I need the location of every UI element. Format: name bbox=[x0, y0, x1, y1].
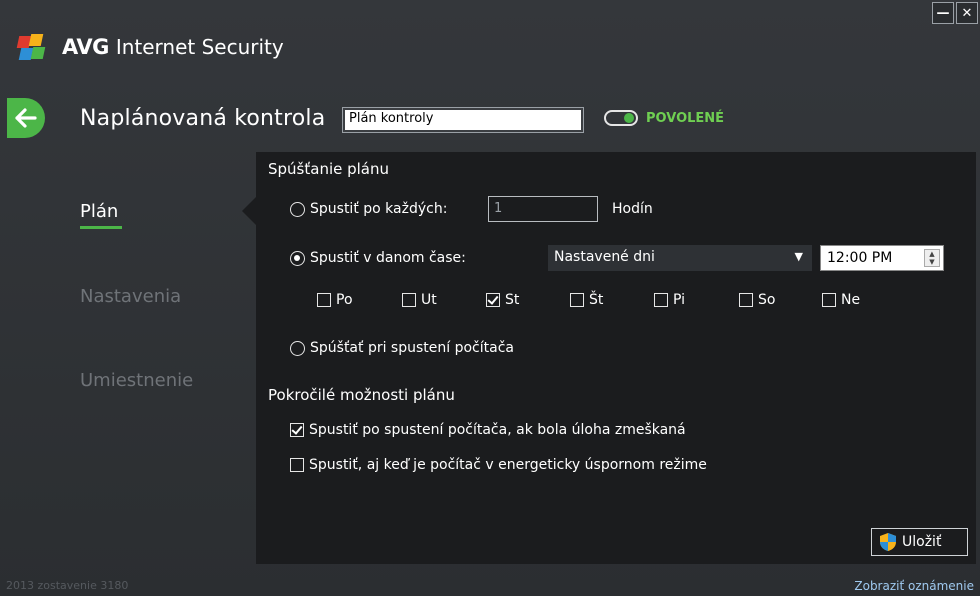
time-spinner-icon[interactable]: ▲ ▼ bbox=[924, 249, 940, 267]
power-save-option[interactable]: Spustiť, aj keď je počítač v energeticky… bbox=[290, 457, 707, 473]
time-input[interactable]: 12:00 PM ▲ ▼ bbox=[820, 245, 944, 271]
nav-item-location[interactable]: Umiestnenie bbox=[80, 370, 193, 391]
minimize-button[interactable]: — bbox=[932, 2, 954, 24]
schedule-name-input[interactable]: Plán kontroly bbox=[342, 107, 584, 133]
enabled-toggle[interactable]: POVOLENÉ bbox=[604, 110, 724, 126]
nav-item-plan[interactable]: Plán bbox=[80, 201, 118, 222]
hours-label: Hodín bbox=[612, 201, 653, 217]
checkbox[interactable] bbox=[486, 293, 500, 307]
product-name: Internet Security bbox=[115, 35, 284, 59]
day-checkbox-pi[interactable]: Pi bbox=[654, 292, 685, 308]
brand-name: AVG bbox=[62, 35, 109, 59]
checkbox[interactable] bbox=[570, 293, 584, 307]
day-label: Po bbox=[336, 292, 353, 308]
day-checkbox-ut[interactable]: Ut bbox=[402, 292, 437, 308]
day-checkbox-so[interactable]: So bbox=[739, 292, 775, 308]
checkbox[interactable] bbox=[654, 293, 668, 307]
time-value: 12:00 PM bbox=[827, 250, 893, 266]
toggle-label: POVOLENÉ bbox=[646, 110, 725, 126]
missed-task-label: Spustiť po spustení počítača, ak bola úl… bbox=[309, 422, 686, 438]
day-label: Št bbox=[589, 292, 604, 308]
window-controls: — ✕ bbox=[932, 2, 978, 24]
brand: AVG Internet Security bbox=[16, 32, 284, 62]
arrow-left-icon bbox=[15, 108, 37, 128]
checkbox[interactable] bbox=[822, 293, 836, 307]
schedule-section-title: Spúšťanie plánu bbox=[268, 160, 390, 178]
save-button[interactable]: Uložiť bbox=[871, 528, 968, 556]
day-checkbox-st2[interactable]: Št bbox=[570, 292, 603, 308]
power-save-label: Spustiť, aj keď je počítač v energeticky… bbox=[309, 457, 707, 473]
power-save-checkbox[interactable] bbox=[290, 458, 304, 472]
day-checkbox-ne[interactable]: Ne bbox=[822, 292, 860, 308]
run-every-radio[interactable] bbox=[290, 201, 305, 217]
day-label: Ut bbox=[421, 292, 437, 308]
day-label: Ne bbox=[841, 292, 861, 308]
app-window: AVG Internet Security — ✕ Naplánovaná ko… bbox=[0, 0, 980, 596]
day-label: So bbox=[758, 292, 776, 308]
back-button[interactable] bbox=[7, 98, 45, 138]
show-notifications-link[interactable]: Zobraziť oznámenie bbox=[854, 579, 974, 593]
advanced-section-title: Pokročilé možnosti plánu bbox=[268, 386, 455, 404]
avg-logo-icon bbox=[16, 34, 56, 60]
checkbox[interactable] bbox=[739, 293, 753, 307]
run-on-startup-label: Spúšťať pri spustení počítača bbox=[310, 340, 514, 356]
shield-icon bbox=[880, 533, 896, 551]
missed-task-checkbox[interactable] bbox=[290, 423, 304, 437]
nav-active-indicator bbox=[80, 226, 122, 229]
run-on-startup-radio[interactable] bbox=[290, 340, 305, 356]
day-label: St bbox=[505, 292, 520, 308]
run-every-option[interactable]: Spustiť po každých: bbox=[290, 201, 447, 217]
missed-task-option[interactable]: Spustiť po spustení počítača, ak bola úl… bbox=[290, 422, 686, 438]
run-at-option[interactable]: Spustiť v danom čase: bbox=[290, 250, 466, 266]
run-every-label: Spustiť po každých: bbox=[310, 201, 448, 217]
days-select-value: Nastavené dni bbox=[554, 249, 655, 265]
run-at-radio[interactable] bbox=[290, 250, 305, 266]
run-on-startup-option[interactable]: Spúšťať pri spustení počítača bbox=[290, 340, 514, 356]
page-title: Naplánovaná kontrola bbox=[80, 106, 326, 131]
save-label: Uložiť bbox=[902, 534, 942, 550]
panel-pointer bbox=[242, 197, 256, 225]
checkbox[interactable] bbox=[317, 293, 331, 307]
checkbox[interactable] bbox=[402, 293, 416, 307]
dropdown-arrow-icon: ▼ bbox=[794, 250, 803, 263]
nav-item-settings[interactable]: Nastavenia bbox=[80, 286, 181, 307]
days-select[interactable]: Nastavené dni ▼ bbox=[548, 245, 812, 271]
run-at-label: Spustiť v danom čase: bbox=[310, 250, 466, 266]
run-every-input[interactable]: 1 bbox=[488, 196, 598, 222]
toggle-switch[interactable] bbox=[604, 110, 638, 126]
close-button[interactable]: ✕ bbox=[956, 2, 978, 24]
day-label: Pi bbox=[673, 292, 686, 308]
build-info: 2013 zostavenie 3180 bbox=[6, 579, 129, 592]
day-checkbox-st[interactable]: St bbox=[486, 292, 519, 308]
day-checkbox-po[interactable]: Po bbox=[317, 292, 353, 308]
